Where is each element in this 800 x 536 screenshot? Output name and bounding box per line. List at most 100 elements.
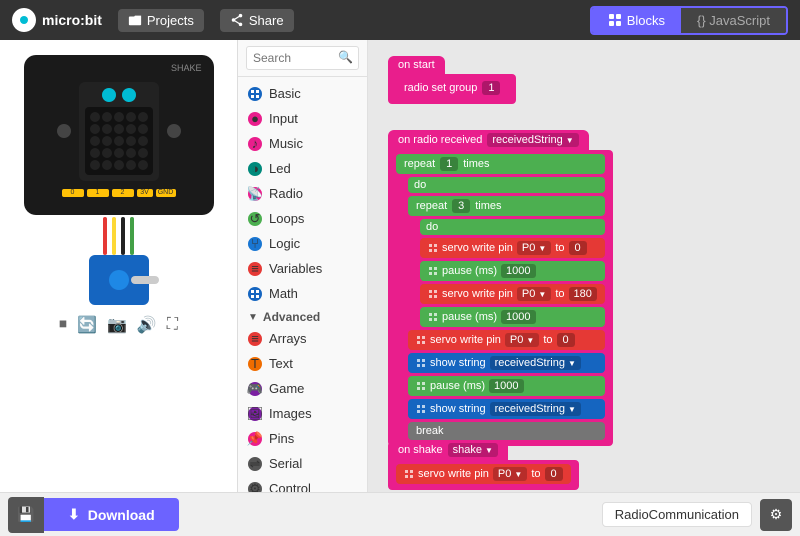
pin-dropdown-2[interactable]: P0 — [517, 287, 551, 301]
pin-3v: 3V — [137, 189, 153, 197]
pin-2: 2 — [112, 189, 134, 197]
sidebar-item-loops[interactable]: ↺ Loops — [238, 206, 367, 231]
share-button[interactable]: Share — [220, 9, 294, 32]
servo-shake-block[interactable]: servo write pin P0 to 0 — [396, 464, 571, 484]
pause-3-block[interactable]: pause (ms) 1000 — [408, 376, 605, 396]
download-button[interactable]: ⬇ Download — [44, 498, 179, 531]
on-start-block[interactable]: on start — [388, 56, 445, 74]
pin-0: 0 — [62, 189, 84, 197]
sidebar-item-logic[interactable]: ⑂ Logic — [238, 231, 367, 256]
sidebar-item-radio[interactable]: 📡 Radio — [238, 181, 367, 206]
sidebar-item-math[interactable]: Math — [238, 281, 367, 306]
download-icon: ⬇ — [68, 506, 80, 523]
break-block[interactable]: break — [408, 422, 605, 440]
cable-red — [103, 217, 107, 255]
servo-icon-shake — [404, 469, 414, 479]
logo-dot — [20, 16, 28, 24]
sidebar-item-arrays[interactable]: ≡ Arrays — [238, 326, 367, 351]
sidebar-item-pins[interactable]: 📌 Pins — [238, 426, 367, 451]
variables-icon: ≡ — [248, 262, 262, 276]
control-icon: ⚙ — [248, 482, 262, 493]
pins-row: 0 1 2 3V GND — [62, 189, 176, 197]
on-radio-received-block[interactable]: on radio received receivedString — [388, 130, 589, 150]
download-icon-button[interactable]: 💾 — [8, 497, 44, 533]
string-dropdown-2[interactable]: receivedString — [490, 402, 581, 416]
cables — [103, 217, 134, 255]
sidebar-item-input[interactable]: ● Input — [238, 106, 367, 131]
pause-2-block[interactable]: pause (ms) 1000 — [420, 307, 605, 327]
servo-val-180: 180 — [569, 287, 597, 301]
repeat-1-block[interactable]: repeat 1 times — [396, 154, 605, 174]
logo: micro:bit — [12, 8, 102, 32]
on-shake-block[interactable]: on shake shake — [388, 440, 508, 460]
servo-write-label-180: servo write pin — [442, 288, 513, 300]
header: micro:bit Projects Share Blocks {} JavaS… — [0, 0, 800, 40]
restart-button[interactable]: 🔄 — [77, 315, 97, 335]
received-var-dropdown[interactable]: receivedString — [487, 133, 578, 147]
logo-text: micro:bit — [42, 12, 102, 28]
advanced-section-header[interactable]: ▼ Advanced — [238, 306, 367, 326]
tab-blocks[interactable]: Blocks — [592, 8, 681, 33]
sidebar-item-variables[interactable]: ≡ Variables — [238, 256, 367, 281]
projects-button[interactable]: Projects — [118, 9, 204, 32]
sidebar-item-images[interactable]: 🖼 Images — [238, 401, 367, 426]
fullscreen-button[interactable]: 📷 — [107, 315, 127, 335]
grid-icon — [250, 89, 260, 99]
on-start-body: radio set group 1 — [388, 74, 516, 104]
view-tab-group: Blocks {} JavaScript — [590, 6, 788, 35]
math-grid-icon — [250, 289, 260, 299]
simulator-panel: SHAKE — [0, 40, 238, 492]
advanced-label: Advanced — [263, 310, 320, 324]
arrays-label: Arrays — [269, 331, 307, 346]
do-label-1: do — [408, 177, 605, 193]
show-string-1-block[interactable]: show string receivedString — [408, 353, 605, 373]
show-string-2-block[interactable]: show string receivedString — [408, 399, 605, 419]
servo-write-1-block[interactable]: servo write pin P0 to 0 — [420, 238, 605, 258]
pin-gnd: GND — [156, 189, 176, 197]
project-settings-button[interactable]: ⚙ — [760, 499, 792, 531]
repeat-3-block[interactable]: repeat 3 times — [408, 196, 605, 216]
show-string-icon-2 — [416, 404, 426, 414]
game-icon: 🎮 — [248, 382, 262, 396]
sidebar-item-serial[interactable]: ⇌ Serial — [238, 451, 367, 476]
expand-button[interactable]: ⛶ — [167, 316, 178, 334]
string-dropdown-1[interactable]: receivedString — [490, 356, 581, 370]
pin-dropdown-3[interactable]: P0 — [505, 333, 539, 347]
repeat-label-1: repeat — [404, 158, 435, 170]
radio-set-group-block[interactable]: radio set group 1 — [396, 78, 508, 98]
pause-1-block[interactable]: pause (ms) 1000 — [420, 261, 605, 281]
tab-javascript[interactable]: {} JavaScript — [681, 8, 786, 33]
text-icon: T — [248, 357, 262, 371]
stop-button[interactable]: ⏹ — [59, 316, 67, 334]
sidebar-item-control[interactable]: ⚙ Control — [238, 476, 367, 492]
game-label: Game — [269, 381, 304, 396]
sidebar-item-music[interactable]: ♪ Music — [238, 131, 367, 156]
pin-dropdown-shake[interactable]: P0 — [493, 467, 527, 481]
workspace-panel[interactable]: on start radio set group 1 on radio rece… — [368, 40, 800, 492]
logic-icon: ⑂ — [248, 237, 262, 251]
shake-dropdown[interactable]: shake — [448, 443, 498, 457]
sidebar-item-basic[interactable]: Basic — [238, 81, 367, 106]
bottom-bar: 💾 ⬇ Download RadioCommunication ⚙ — [0, 492, 800, 536]
pause-label-3: pause (ms) — [430, 380, 485, 392]
do-label-3: do — [420, 219, 605, 235]
on-start-label: on start — [398, 59, 435, 71]
pins-label: Pins — [269, 431, 294, 446]
repeat-1-body: do repeat 3 times do — [408, 177, 605, 440]
on-radio-received-label: on radio received — [398, 134, 482, 146]
sidebar-item-game[interactable]: 🎮 Game — [238, 376, 367, 401]
pause-val-2: 1000 — [501, 310, 535, 324]
to-label-shake: to — [531, 468, 540, 480]
servo-write-180-block[interactable]: servo write pin P0 to 180 — [420, 284, 605, 304]
sidebar-item-text[interactable]: T Text — [238, 351, 367, 376]
images-icon: 🖼 — [248, 407, 262, 421]
loops-icon: ↺ — [248, 212, 262, 226]
button-a — [57, 124, 71, 138]
sidebar-item-led[interactable]: ◑ Led — [238, 156, 367, 181]
show-string-label-1: show string — [430, 357, 486, 369]
servo-icon-2 — [428, 289, 438, 299]
pin-dropdown-1[interactable]: P0 — [517, 241, 551, 255]
servo-write-0-block[interactable]: servo write pin P0 to 0 — [408, 330, 605, 350]
arrays-icon: ≡ — [248, 332, 262, 346]
sound-button[interactable]: 🔊 — [137, 315, 157, 335]
